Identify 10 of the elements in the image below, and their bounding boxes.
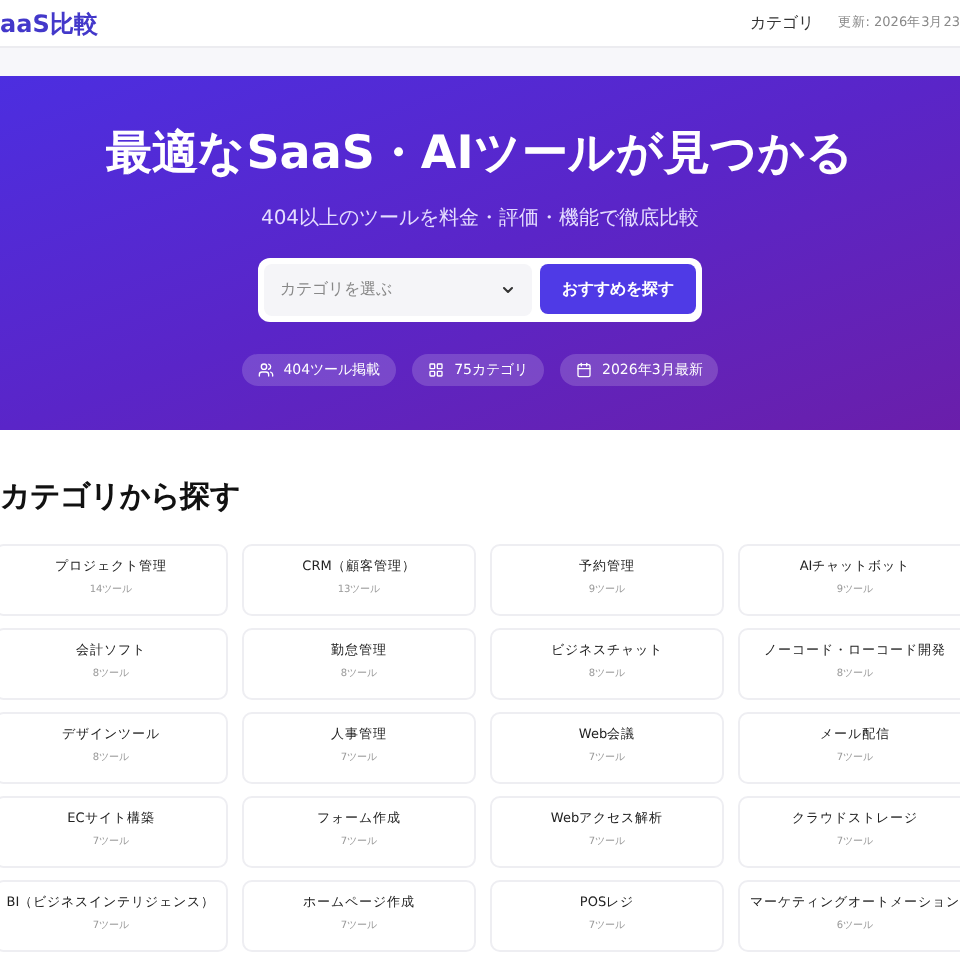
people-icon [257,361,274,378]
site-logo[interactable]: aaS比較 [0,5,98,41]
hero-subtitle: 404以上のツールを料金・評価・機能で徹底比較 [260,205,700,234]
grid-icon [428,361,445,378]
section-title: カテゴリから探す [0,476,242,518]
chevron-down-icon [500,281,516,298]
hero-title: 最適なSaaS・AIツールが見つかる [106,126,854,184]
calendar-icon [576,361,592,378]
search-button[interactable]: おすすめを探す [540,264,696,315]
nav-link[interactable]: カテゴリ [749,11,814,35]
